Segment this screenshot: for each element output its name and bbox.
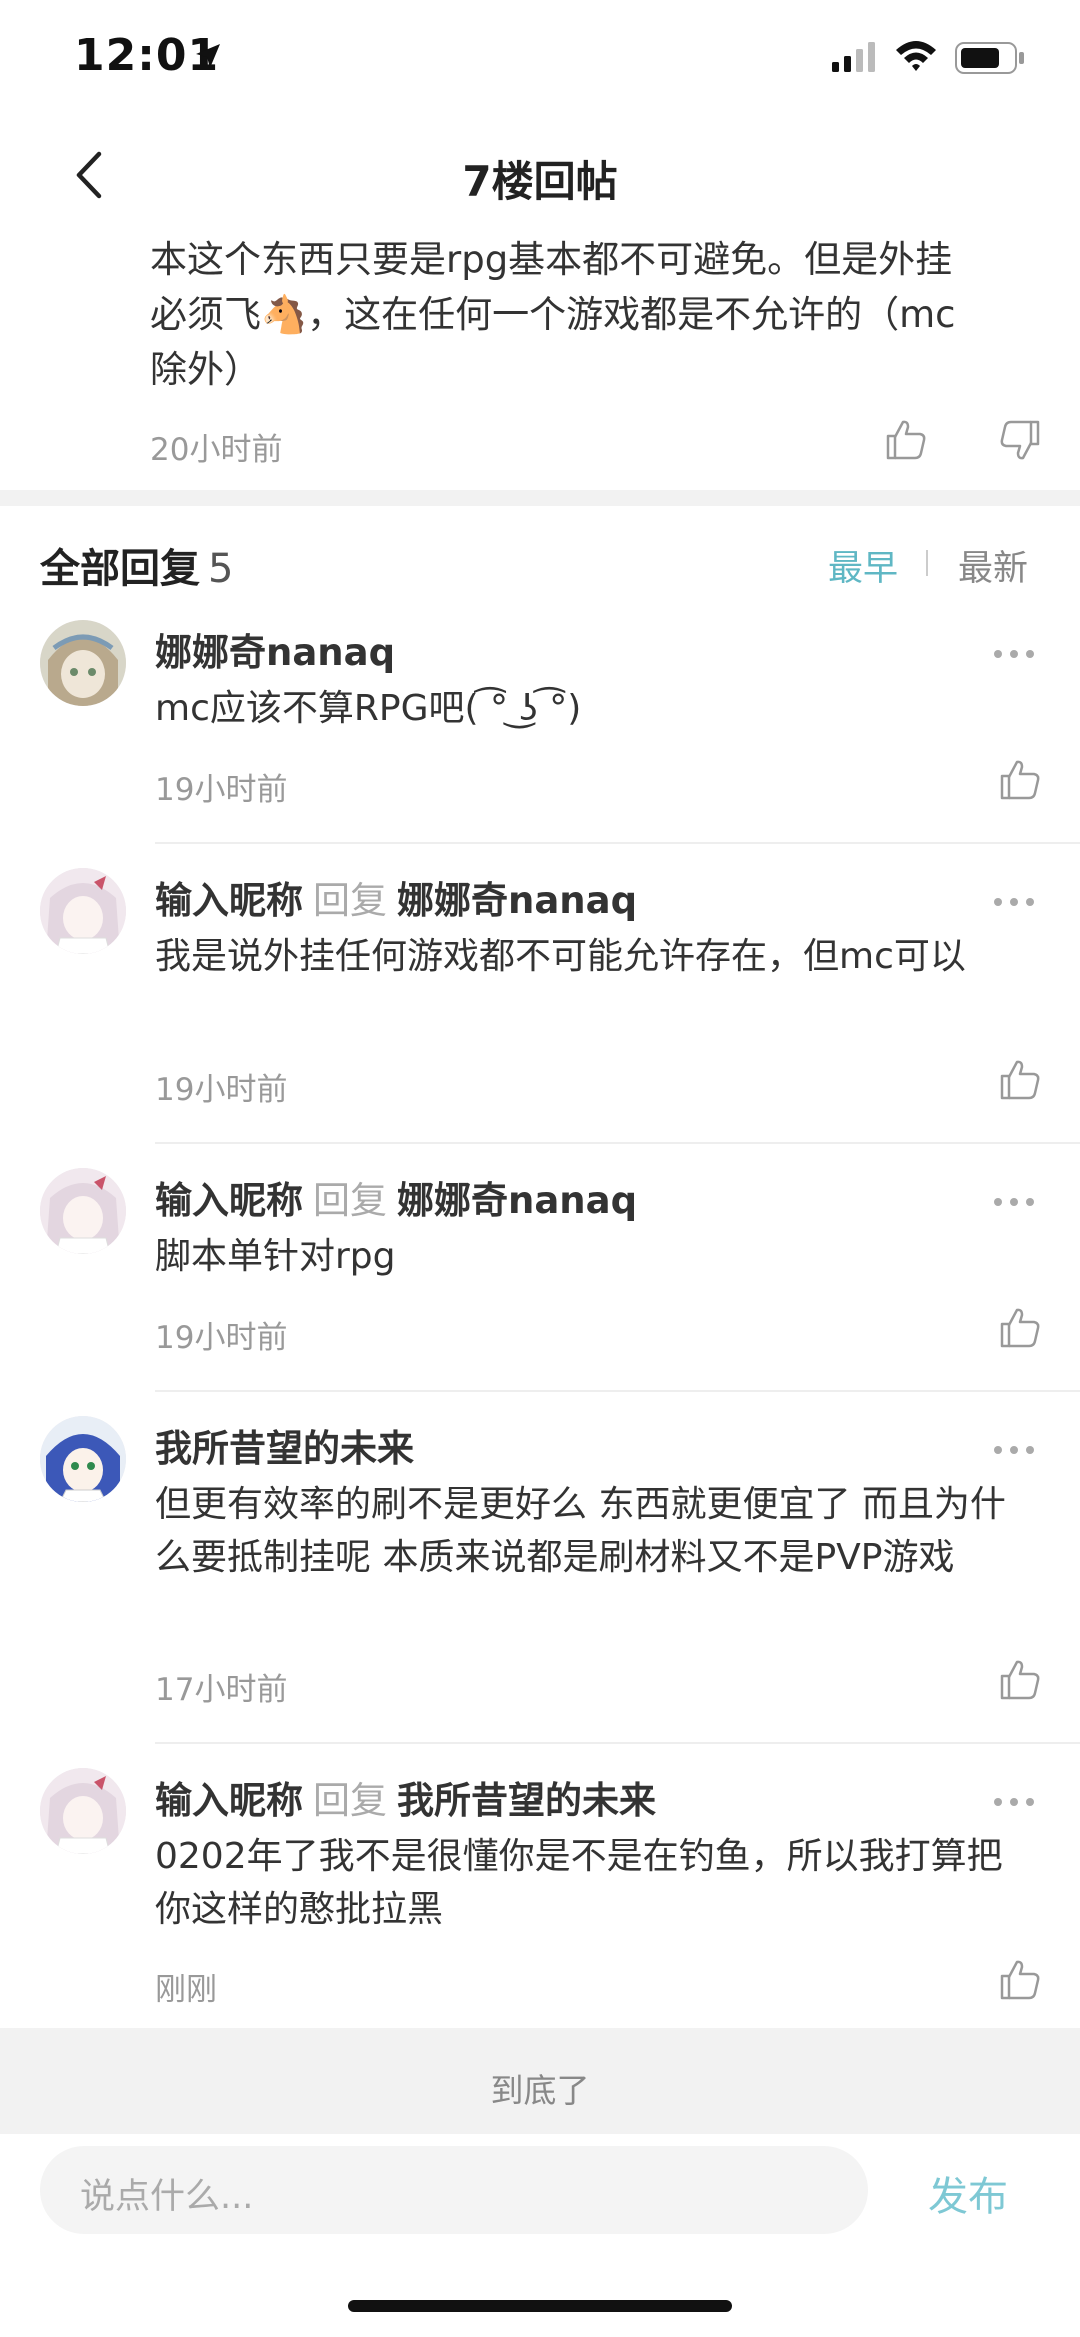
reply-divider bbox=[155, 1390, 1080, 1392]
comment-input-placeholder: 说点什么... bbox=[80, 2177, 254, 2217]
reply-author[interactable]: 娜娜奇nanaq bbox=[155, 622, 395, 676]
reply-divider bbox=[155, 1742, 1080, 1744]
nav-bar: 7楼回帖 bbox=[0, 130, 1080, 220]
reply-text: 0202年了我不是很懂你是不是在钓鱼，所以我打算把你这样的憨批拉黑 bbox=[155, 1836, 1003, 1930]
reply-author[interactable]: 输入昵称 回复 我所昔望的未来 bbox=[155, 1770, 656, 1824]
post-timestamp: 20小时前 bbox=[150, 432, 283, 468]
avatar-image bbox=[40, 1168, 126, 1254]
page-title: 7楼回帖 bbox=[462, 157, 618, 206]
replies-count: 5 bbox=[208, 546, 234, 592]
reply-timestamp: 17小时前 bbox=[155, 1672, 288, 1708]
cellular-signal-icon bbox=[832, 42, 875, 72]
post-body-line: 本这个东西只要是rpg基本都不可避免。但是外挂 bbox=[150, 238, 953, 281]
more-options-button[interactable] bbox=[994, 1440, 1034, 1460]
reply-divider bbox=[155, 842, 1080, 844]
reply-author[interactable]: 输入昵称 回复 娜娜奇nanaq bbox=[155, 1170, 637, 1224]
reply-text: mc应该不算RPG吧( ͡° ͜ʖ ͡°) bbox=[155, 688, 582, 729]
reply-author[interactable]: 我所昔望的未来 bbox=[155, 1418, 414, 1472]
sort-newest-tab[interactable]: 最新 bbox=[958, 540, 1028, 591]
avatar-image bbox=[40, 868, 126, 954]
post-body-line: 必须飞🐴，这在任何一个游戏都是不允许的（mc bbox=[150, 293, 956, 336]
reply-timestamp: 19小时前 bbox=[155, 1320, 288, 1356]
thumbs-up-icon[interactable] bbox=[998, 1058, 1042, 1102]
reply-target[interactable]: 娜娜奇nanaq bbox=[397, 1179, 637, 1222]
home-indicator bbox=[348, 2300, 732, 2312]
reply-text: 但更有效率的刷不是更好么 东西就更便宜了 而且为什么要抵制挂呢 本质来说都是刷材… bbox=[155, 1484, 1006, 1578]
end-of-list-label: 到底了 bbox=[490, 2071, 590, 2110]
reply-text: 脚本单针对rpg bbox=[155, 1236, 396, 1277]
avatar[interactable] bbox=[40, 620, 126, 706]
wifi-icon bbox=[896, 41, 936, 71]
reply-to-word: 回复 bbox=[313, 879, 387, 922]
avatar[interactable] bbox=[40, 868, 126, 954]
status-bar: 12:01 bbox=[0, 0, 1080, 120]
replies-header-label: 全部回复 bbox=[40, 546, 200, 592]
reply-target[interactable]: 娜娜奇nanaq bbox=[397, 879, 637, 922]
avatar[interactable] bbox=[40, 1768, 126, 1854]
avatar-image bbox=[40, 620, 126, 706]
thumbs-up-icon[interactable] bbox=[884, 418, 928, 462]
reply-timestamp: 19小时前 bbox=[155, 772, 288, 808]
section-divider bbox=[0, 490, 1080, 506]
more-options-button[interactable] bbox=[994, 892, 1034, 912]
sort-earliest-tab[interactable]: 最早 bbox=[828, 540, 898, 591]
reply-timestamp: 19小时前 bbox=[155, 1072, 288, 1108]
location-arrow-icon bbox=[196, 44, 220, 68]
more-options-button[interactable] bbox=[994, 644, 1034, 664]
reply-to-word: 回复 bbox=[313, 1779, 387, 1822]
battery-icon bbox=[955, 42, 1024, 74]
avatar-image bbox=[40, 1416, 126, 1502]
post-body-line: 除外） bbox=[150, 348, 261, 391]
sort-separator bbox=[926, 550, 928, 576]
reply-text: 我是说外挂任何游戏都不可能允许存在，但mc可以 bbox=[155, 936, 966, 977]
avatar-image bbox=[40, 1768, 126, 1854]
avatar[interactable] bbox=[40, 1168, 126, 1254]
horse-emoji: 🐴 bbox=[261, 293, 308, 336]
replies-header: 全部回复 5 bbox=[40, 536, 233, 594]
avatar[interactable] bbox=[40, 1416, 126, 1502]
reply-to-word: 回复 bbox=[313, 1179, 387, 1222]
thumbs-down-icon[interactable] bbox=[998, 418, 1042, 462]
reply-target[interactable]: 我所昔望的未来 bbox=[397, 1779, 656, 1822]
thumbs-up-icon[interactable] bbox=[998, 1306, 1042, 1350]
thumbs-up-icon[interactable] bbox=[998, 758, 1042, 802]
reply-timestamp: 刚刚 bbox=[155, 1972, 217, 2008]
thumbs-up-icon[interactable] bbox=[998, 1958, 1042, 2002]
more-options-button[interactable] bbox=[994, 1792, 1034, 1812]
publish-button[interactable]: 发布 bbox=[928, 2164, 1008, 2222]
thumbs-up-icon[interactable] bbox=[998, 1658, 1042, 1702]
post-body: 本这个东西只要是rpg基本都不可避免。但是外挂 必须飞🐴，这在任何一个游戏都是不… bbox=[150, 232, 1030, 397]
reply-divider bbox=[155, 1142, 1080, 1144]
more-options-button[interactable] bbox=[994, 1192, 1034, 1212]
reply-author[interactable]: 输入昵称 回复 娜娜奇nanaq bbox=[155, 870, 637, 924]
